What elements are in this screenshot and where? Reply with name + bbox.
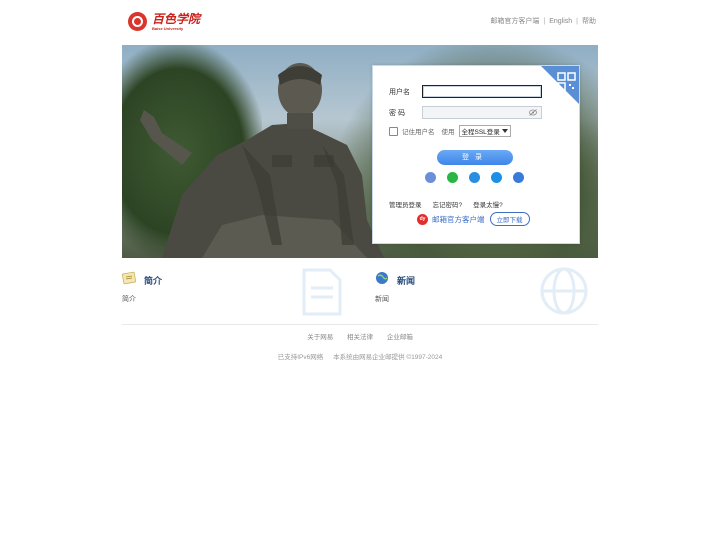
top-bar: 百色学院 Baise University 邮箱官方客户端 | English | 帮助 (122, 8, 598, 36)
username-label: 用户名 (389, 88, 410, 96)
copyright-text: 本系统由网易企业邮提供 ©1997-2024 (333, 354, 443, 361)
login-help-links: 管理员登录 忘记密码? 登录太慢? (389, 199, 514, 209)
help-link[interactable]: 帮助 (582, 18, 596, 25)
university-logo[interactable]: 百色学院 Baise University (128, 12, 200, 31)
netease-mail-client-icon: dy (417, 213, 428, 225)
official-client-link[interactable]: 邮箱官方客户端 (490, 18, 539, 25)
remember-username-checkbox[interactable] (389, 126, 398, 136)
use-label: 使用 (441, 129, 455, 136)
copyright: 已支持IPv6网络 本系统由网易企业邮提供 ©1997-2024 (0, 351, 720, 361)
legal-link[interactable]: 相关法律 (347, 334, 373, 341)
english-link[interactable]: English (549, 18, 572, 25)
username-input[interactable] (422, 85, 542, 98)
intro-section: 简介 简介 (122, 268, 346, 316)
news-section: 新闻 新闻 (375, 267, 599, 316)
intro-icon (122, 271, 137, 285)
globe-icon (376, 272, 388, 284)
logo-subtitle: Baise University (152, 25, 184, 31)
download-button[interactable]: 立即下载 (489, 212, 530, 226)
mail-icon[interactable] (425, 172, 436, 183)
news-title[interactable]: 新闻 (397, 274, 415, 287)
password-row: 密 码 (389, 106, 542, 119)
client-promo: dy 邮箱官方客户端 立即下载 (417, 212, 530, 226)
globe-watermark-icon (540, 267, 588, 315)
third-party-login (425, 172, 535, 183)
forgot-password-link[interactable]: 忘记密码? (433, 199, 463, 209)
feishu-icon[interactable] (513, 172, 524, 183)
footer-links: 关于网易 相关法律 企业邮箱 (0, 331, 720, 341)
password-input[interactable] (422, 106, 542, 119)
client-promo-text[interactable]: 邮箱官方客户端 (432, 214, 485, 225)
login-panel: 用户名 密 码 记住用户名 使用 全程SSL登录 登录 管理员登录 忘记密码? (372, 65, 580, 244)
login-button[interactable]: 登录 (437, 150, 513, 165)
remember-username-label: 记住用户名 (402, 129, 435, 136)
top-links: 邮箱官方客户端 | English | 帮助 (490, 18, 596, 25)
ssl-login-select[interactable]: 全程SSL登录 (458, 125, 511, 137)
login-options: 记住用户名 使用 全程SSL登录 (389, 125, 511, 137)
logo-title: 百色学院 (152, 11, 201, 26)
admin-login-link[interactable]: 管理员登录 (389, 199, 422, 209)
intro-desc: 简介 (122, 296, 136, 303)
enterprise-mail-link[interactable]: 企业邮箱 (387, 334, 413, 341)
wechat-icon[interactable] (447, 172, 458, 183)
news-desc: 新闻 (375, 296, 389, 303)
footer-divider (122, 324, 598, 325)
chevron-down-icon (501, 129, 508, 133)
username-row: 用户名 (389, 85, 542, 98)
hide-password-icon[interactable] (529, 109, 537, 116)
document-watermark-icon (302, 268, 342, 316)
password-label: 密 码 (389, 109, 405, 117)
qq-icon[interactable] (469, 172, 480, 183)
qr-code-login-icon[interactable] (541, 66, 579, 104)
dingtalk-icon[interactable] (491, 172, 502, 183)
intro-title[interactable]: 简介 (144, 274, 162, 287)
ipv6-text: 已支持IPv6网络 (277, 354, 324, 361)
university-seal-icon (128, 12, 147, 31)
about-netease-link[interactable]: 关于网易 (307, 334, 333, 341)
login-slow-link[interactable]: 登录太慢? (473, 199, 503, 209)
